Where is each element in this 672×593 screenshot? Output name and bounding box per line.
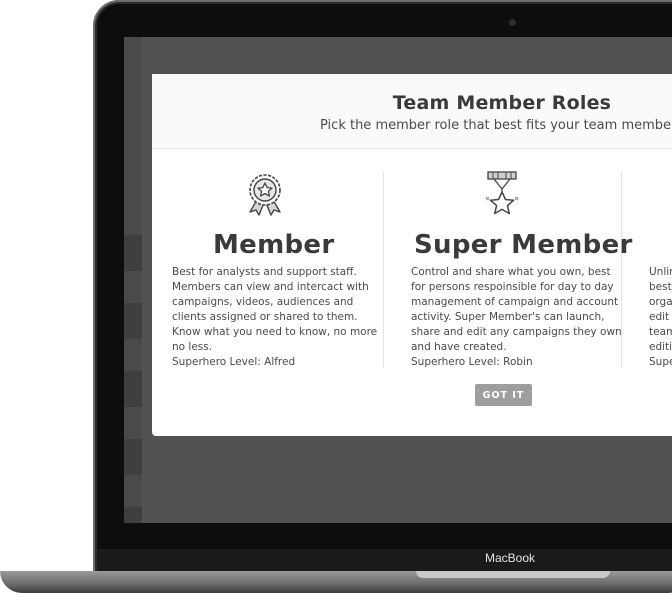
role-description-line: team bbox=[649, 326, 672, 338]
star-medal-icon bbox=[482, 170, 522, 222]
role-description-line: editi bbox=[649, 341, 672, 353]
role-description: Best for analysts and support staff. Mem… bbox=[172, 265, 377, 370]
role-description-line: best bbox=[649, 281, 672, 293]
background-sidebar-item bbox=[124, 303, 142, 339]
role-description-line: clients assigned or shared to them. bbox=[172, 311, 358, 323]
role-description-line: Best for analysts and support staff. bbox=[172, 266, 357, 278]
role-description-line: Supe bbox=[649, 356, 672, 368]
modal-subtitle: Pick the member role that best fits your… bbox=[320, 118, 672, 133]
laptop-mockup: Team Member Roles Pick the member role t… bbox=[0, 0, 672, 593]
role-description-line: and have created. bbox=[411, 341, 507, 353]
device-brand-label: MacBook bbox=[484, 551, 536, 565]
column-divider bbox=[383, 172, 384, 368]
role-description-line: Control and share what you own, best bbox=[411, 266, 611, 278]
laptop-chin bbox=[97, 549, 672, 571]
role-title: Super Member bbox=[414, 230, 633, 260]
role-description-line: orga bbox=[649, 296, 672, 308]
ribbon-badge-icon bbox=[244, 172, 286, 220]
modal-title: Team Member Roles bbox=[392, 92, 612, 114]
role-description-line: share and edit any campaigns they own bbox=[411, 326, 622, 338]
role-description-line: Unlin bbox=[649, 266, 672, 278]
background-sidebar-item bbox=[124, 507, 142, 523]
role-description-line: Superhero Level: Alfred bbox=[172, 356, 296, 368]
role-description-line: Members can view and intercact with bbox=[172, 281, 369, 293]
camera-icon bbox=[509, 19, 516, 26]
team-member-roles-modal: Team Member Roles Pick the member role t… bbox=[152, 74, 672, 436]
background-sidebar-item bbox=[124, 371, 142, 407]
role-description-line: Know what you need to know, no more bbox=[172, 326, 378, 338]
modal-header: Team Member Roles Pick the member role t… bbox=[152, 74, 672, 149]
role-description: Control and share what you own, best for… bbox=[411, 265, 622, 370]
laptop-opening-notch bbox=[416, 571, 610, 578]
role-description-line: management of campaign and account bbox=[411, 296, 619, 308]
role-description-line: no less. bbox=[172, 341, 213, 353]
background-sidebar-item bbox=[124, 235, 142, 271]
background-sidebar-item bbox=[124, 439, 142, 475]
role-title: Member bbox=[213, 230, 335, 260]
role-description-line: edit a bbox=[649, 311, 672, 323]
role-description-line: Superhero Level: Robin bbox=[411, 356, 533, 368]
role-description-line: for persons respoinsible for day to day bbox=[411, 281, 614, 293]
got-it-button[interactable]: GOT IT bbox=[475, 384, 532, 406]
role-description-line: activity. Super Member's can launch, bbox=[411, 311, 605, 323]
role-description: Unlin best orga edit a team editi Supe bbox=[649, 265, 672, 370]
role-description-line: campaigns, videos, audiences and bbox=[172, 296, 354, 308]
